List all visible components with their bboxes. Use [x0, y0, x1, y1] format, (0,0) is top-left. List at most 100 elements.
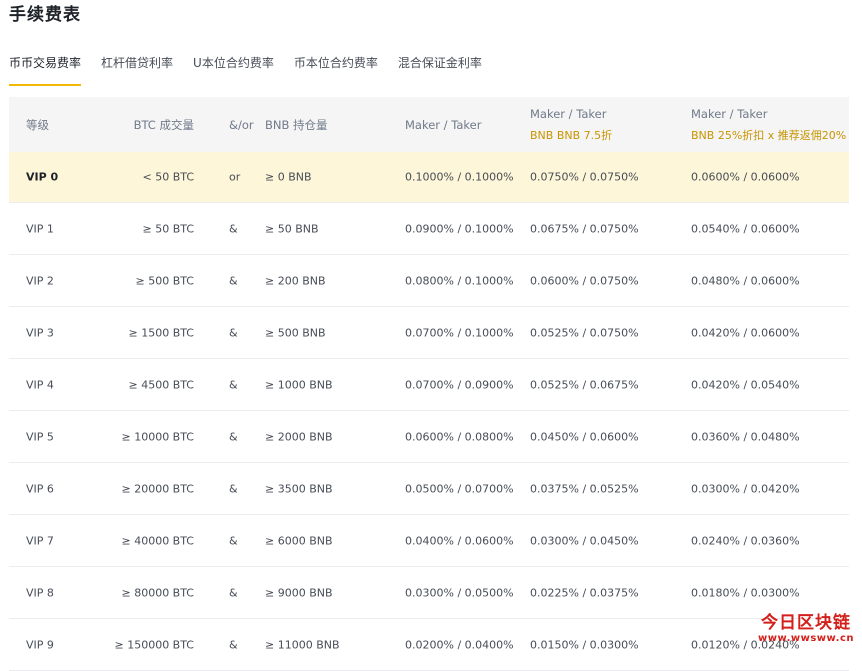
cell-op: & — [229, 378, 238, 391]
cell-level: VIP 4 — [26, 378, 54, 391]
cell-btc-volume: ≥ 40000 BTC — [121, 534, 194, 547]
cell-bnb-holding: ≥ 6000 BNB — [265, 534, 333, 547]
cell-bnb-holding: ≥ 11000 BNB — [265, 638, 340, 651]
cell-btc-volume: ≥ 10000 BTC — [121, 430, 194, 443]
tab-margin-rate[interactable]: 杠杆借贷利率 — [101, 52, 173, 86]
cell-maker-taker-bnb: 0.0375% / 0.0525% — [530, 482, 639, 495]
cell-maker-taker: 0.0300% / 0.0500% — [405, 586, 514, 599]
cell-bnb-holding: ≥ 1000 BNB — [265, 378, 333, 391]
cell-op: & — [229, 222, 238, 235]
cell-maker-taker-bnb: 0.0225% / 0.0375% — [530, 586, 639, 599]
header-op: &/or — [229, 117, 254, 132]
cell-level: VIP 7 — [26, 534, 54, 547]
page-title: 手续费表 — [9, 5, 81, 25]
cell-maker-taker-referral: 0.0420% / 0.0540% — [691, 378, 800, 391]
table-header: 等级 BTC 成交量 &/or BNB 持仓量 Maker / Taker Ma… — [9, 97, 849, 152]
table-row: VIP 8 ≥ 80000 BTC & ≥ 9000 BNB 0.0300% / 0.0… — [9, 567, 849, 619]
header-bnb-holding: BNB 持仓量 — [265, 117, 328, 132]
header-level: 等级 — [26, 117, 49, 132]
cell-btc-volume: ≥ 20000 BTC — [121, 482, 194, 495]
cell-maker-taker: 0.0600% / 0.0800% — [405, 430, 514, 443]
cell-maker-taker-bnb: 0.0525% / 0.0675% — [530, 378, 639, 391]
cell-level: VIP 3 — [26, 326, 54, 339]
header-maker-taker-bnb: Maker / Taker BNB BNB 7.5折 — [530, 107, 612, 143]
cell-maker-taker-referral: 0.0540% / 0.0600% — [691, 222, 800, 235]
cell-maker-taker: 0.0800% / 0.1000% — [405, 274, 514, 287]
cell-maker-taker: 0.0700% / 0.1000% — [405, 326, 514, 339]
cell-bnb-holding: ≥ 200 BNB — [265, 274, 326, 287]
fee-table: 等级 BTC 成交量 &/or BNB 持仓量 Maker / Taker Ma… — [9, 97, 849, 671]
cell-op: & — [229, 482, 238, 495]
fee-tabs: 币币交易费率 杠杆借贷利率 U本位合约费率 币本位合约费率 混合保证金利率 — [9, 52, 502, 86]
cell-op: & — [229, 430, 238, 443]
tab-portfolio-margin-rate[interactable]: 混合保证金利率 — [398, 52, 482, 86]
cell-maker-taker-referral: 0.0300% / 0.0420% — [691, 482, 800, 495]
table-row: VIP 0 < 50 BTC or ≥ 0 BNB 0.1000% / 0.1000% 0… — [9, 152, 849, 203]
cell-bnb-holding: ≥ 2000 BNB — [265, 430, 333, 443]
table-row: VIP 5 ≥ 10000 BTC & ≥ 2000 BNB 0.0600% / 0.0… — [9, 411, 849, 463]
cell-maker-taker: 0.1000% / 0.1000% — [405, 170, 514, 184]
cell-maker-taker-bnb: 0.0300% / 0.0450% — [530, 534, 639, 547]
cell-level: VIP 6 — [26, 482, 54, 495]
cell-op: & — [229, 274, 238, 287]
cell-maker-taker-referral: 0.0420% / 0.0600% — [691, 326, 800, 339]
cell-level: VIP 0 — [26, 170, 59, 184]
table-row: VIP 2 ≥ 500 BTC & ≥ 200 BNB 0.0800% / 0.1000… — [9, 255, 849, 307]
cell-maker-taker-bnb: 0.0150% / 0.0300% — [530, 638, 639, 651]
table-row: VIP 1 ≥ 50 BTC & ≥ 50 BNB 0.0900% / 0.1000% 0… — [9, 203, 849, 255]
cell-maker-taker-referral: 0.0480% / 0.0600% — [691, 274, 800, 287]
header-maker-taker: Maker / Taker — [405, 117, 482, 132]
header-maker-taker-bnb-label: Maker / Taker — [530, 106, 607, 121]
cell-btc-volume: ≥ 1500 BTC — [128, 326, 194, 339]
cell-maker-taker: 0.0700% / 0.0900% — [405, 378, 514, 391]
table-row: VIP 9 ≥ 150000 BTC & ≥ 11000 BNB 0.0200% / 0… — [9, 619, 849, 671]
cell-maker-taker-bnb: 0.0750% / 0.0750% — [530, 170, 639, 184]
table-body: VIP 0 < 50 BTC or ≥ 0 BNB 0.1000% / 0.1000% 0… — [9, 152, 849, 671]
cell-btc-volume: ≥ 150000 BTC — [114, 638, 194, 651]
cell-maker-taker-referral: 0.0180% / 0.0300% — [691, 586, 800, 599]
cell-maker-taker-bnb: 0.0600% / 0.0750% — [530, 274, 639, 287]
header-referral-note: BNB 25%折扣 x 推荐返佣20% — [691, 128, 847, 142]
table-row: VIP 4 ≥ 4500 BTC & ≥ 1000 BNB 0.0700% / 0.09… — [9, 359, 849, 411]
cell-btc-volume: ≥ 500 BTC — [135, 274, 194, 287]
cell-level: VIP 8 — [26, 586, 54, 599]
table-row: VIP 3 ≥ 1500 BTC & ≥ 500 BNB 0.0700% / 0.100… — [9, 307, 849, 359]
cell-op: & — [229, 638, 238, 651]
cell-op: & — [229, 586, 238, 599]
table-row: VIP 6 ≥ 20000 BTC & ≥ 3500 BNB 0.0500% / 0.0… — [9, 463, 849, 515]
cell-maker-taker: 0.0400% / 0.0600% — [405, 534, 514, 547]
cell-maker-taker-bnb: 0.0675% / 0.0750% — [530, 222, 639, 235]
cell-bnb-holding: ≥ 500 BNB — [265, 326, 326, 339]
cell-btc-volume: ≥ 80000 BTC — [121, 586, 194, 599]
cell-level: VIP 2 — [26, 274, 54, 287]
cell-btc-volume: < 50 BTC — [142, 170, 194, 184]
tab-coinm-futures-fee[interactable]: 币本位合约费率 — [294, 52, 378, 86]
cell-btc-volume: ≥ 50 BTC — [142, 222, 194, 235]
cell-maker-taker-referral: 0.0360% / 0.0480% — [691, 430, 800, 443]
cell-maker-taker-referral: 0.0240% / 0.0360% — [691, 534, 800, 547]
cell-level: VIP 1 — [26, 222, 54, 235]
cell-level: VIP 5 — [26, 430, 54, 443]
cell-btc-volume: ≥ 4500 BTC — [128, 378, 194, 391]
cell-maker-taker-bnb: 0.0450% / 0.0600% — [530, 430, 639, 443]
tab-spot-fee[interactable]: 币币交易费率 — [9, 52, 82, 86]
header-btc-volume: BTC 成交量 — [133, 117, 194, 132]
header-maker-taker-referral-label: Maker / Taker — [691, 106, 768, 121]
header-bnb-discount-note: BNB BNB 7.5折 — [530, 128, 613, 142]
cell-maker-taker-bnb: 0.0525% / 0.0750% — [530, 326, 639, 339]
cell-op: & — [229, 326, 238, 339]
cell-maker-taker-referral: 0.0600% / 0.0600% — [691, 170, 800, 184]
cell-bnb-holding: ≥ 9000 BNB — [265, 586, 333, 599]
cell-bnb-holding: ≥ 0 BNB — [265, 170, 312, 184]
cell-maker-taker: 0.0500% / 0.0700% — [405, 482, 514, 495]
cell-bnb-holding: ≥ 50 BNB — [265, 222, 319, 235]
table-row: VIP 7 ≥ 40000 BTC & ≥ 6000 BNB 0.0400% / 0.0… — [9, 515, 849, 567]
cell-op: & — [229, 534, 238, 547]
cell-maker-taker: 0.0900% / 0.1000% — [405, 222, 514, 235]
header-maker-taker-referral: Maker / Taker BNB 25%折扣 x 推荐返佣20% — [691, 107, 846, 143]
cell-bnb-holding: ≥ 3500 BNB — [265, 482, 333, 495]
cell-maker-taker-referral: 0.0120% / 0.0240% — [691, 638, 800, 651]
cell-op: or — [229, 170, 241, 184]
tab-usdm-futures-fee[interactable]: U本位合约费率 — [193, 52, 274, 86]
cell-level: VIP 9 — [26, 638, 54, 651]
